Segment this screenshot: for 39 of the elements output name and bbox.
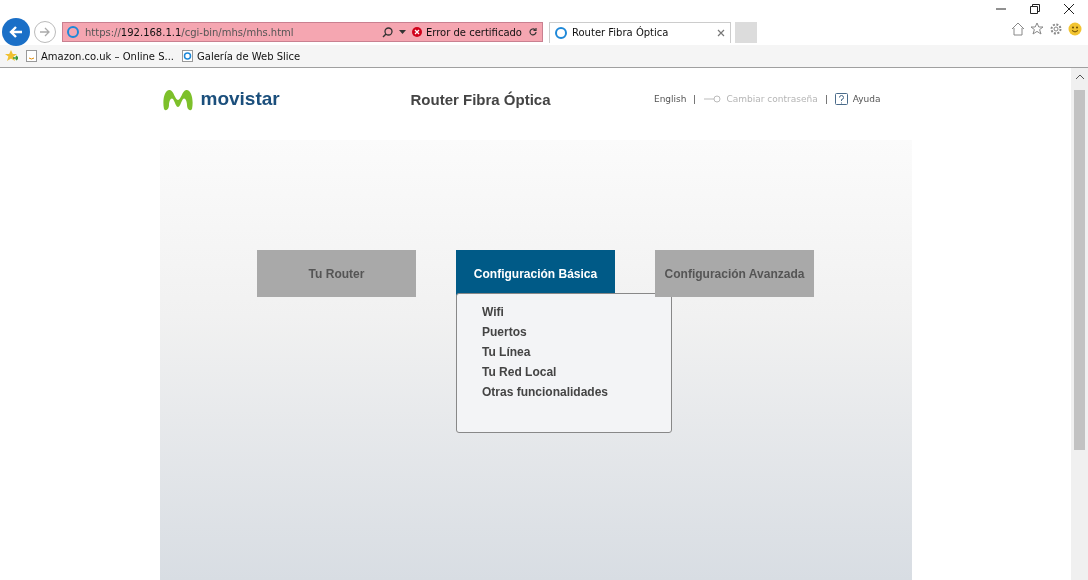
certificate-error[interactable]: Error de certificado — [411, 26, 522, 38]
refresh-icon[interactable] — [528, 27, 538, 37]
favorite-link[interactable]: Amazon.co.uk – Online S... — [26, 50, 175, 62]
page-icon — [182, 50, 194, 62]
home-icon[interactable] — [1011, 22, 1025, 36]
page-icon — [555, 26, 567, 39]
menu-item[interactable]: Tu Línea — [482, 344, 531, 360]
search-icon[interactable] — [381, 26, 393, 38]
favorite-link[interactable]: Galería de Web Slice — [182, 50, 301, 62]
address-bar[interactable]: https://192.168.1.1/cgi-bin/mhs/mhs.html Error de certificado — [62, 22, 543, 42]
logo-text: movistar — [200, 88, 280, 110]
restore-icon[interactable] — [1030, 4, 1040, 14]
caret-icon[interactable] — [398, 29, 406, 35]
close-tab-icon[interactable] — [717, 28, 725, 37]
menu-item[interactable]: Otras funcionalidades — [482, 384, 609, 400]
scroll-up-icon[interactable] — [1075, 74, 1084, 80]
page-title: Router Fibra Óptica — [410, 90, 552, 108]
key-icon — [703, 95, 722, 103]
scrollbar[interactable] — [1071, 68, 1088, 580]
help-link[interactable]: Ayuda — [834, 92, 881, 106]
language-link[interactable]: English — [653, 94, 687, 104]
favorites-star-icon[interactable] — [4, 49, 18, 63]
settings-icon[interactable] — [1049, 22, 1063, 36]
smiley-icon[interactable] — [1068, 22, 1082, 36]
close-icon[interactable] — [1064, 4, 1074, 14]
back-button[interactable] — [2, 18, 30, 46]
star-icon[interactable] — [1030, 22, 1044, 36]
arrow-left-icon — [8, 24, 24, 40]
menu-item[interactable]: Tu Red Local — [482, 364, 557, 380]
help-icon — [834, 92, 848, 106]
page-icon — [67, 26, 79, 38]
menu-item[interactable]: Wifi — [482, 304, 504, 320]
error-icon — [411, 27, 422, 37]
menu-item[interactable]: Puertos — [482, 324, 527, 340]
logo-icon — [160, 87, 195, 111]
browser-tab[interactable]: Router Fibra Óptica — [549, 21, 731, 43]
arrow-right-icon — [39, 26, 51, 38]
nav-button[interactable]: Configuración Básica — [456, 250, 615, 297]
amazon-icon — [26, 50, 37, 62]
